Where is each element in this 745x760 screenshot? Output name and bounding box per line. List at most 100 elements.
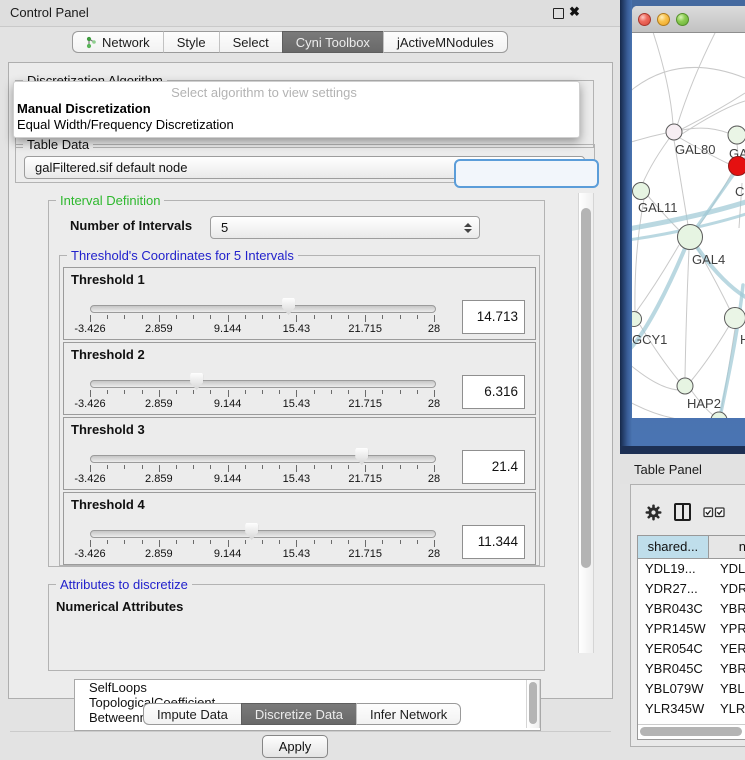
tab-label: Cyni Toolbox xyxy=(296,35,370,50)
table-row[interactable]: YBR045CYBR0 xyxy=(638,659,745,679)
slider-tick xyxy=(210,390,211,394)
slider-track[interactable] xyxy=(90,455,436,463)
slider-tick-label: -3.426 xyxy=(74,473,105,485)
network-edge xyxy=(652,33,673,124)
number-of-intervals-combobox[interactable]: 5 xyxy=(210,216,480,239)
table-row[interactable]: YDR27...YDR2 xyxy=(638,579,745,599)
table-panel-title: Table Panel xyxy=(634,462,702,477)
network-node[interactable] xyxy=(633,183,650,200)
network-edge-thick xyxy=(720,285,743,417)
close-icon[interactable]: ✖ xyxy=(569,4,580,20)
apply-row: Apply xyxy=(10,731,611,760)
table-cell: YPR1 xyxy=(715,619,745,639)
tab-label: jActiveMNodules xyxy=(397,35,494,50)
network-node[interactable] xyxy=(725,308,745,329)
network-edge xyxy=(691,326,729,381)
slider-tick xyxy=(193,390,194,394)
table-panel-body: shared...n YDL19...YDL1YDR27...YDR2YBR04… xyxy=(630,484,745,747)
tab-label: Discretize Data xyxy=(255,707,343,722)
slider-tick-label: -3.426 xyxy=(74,548,105,560)
network-node[interactable] xyxy=(728,126,745,144)
slider-tick xyxy=(142,465,143,469)
slider-track[interactable] xyxy=(90,305,436,313)
apply-button[interactable]: Apply xyxy=(262,735,328,758)
slider-tick xyxy=(365,390,366,397)
table-row[interactable]: YPR145WYPR1 xyxy=(638,619,745,639)
network-node[interactable] xyxy=(729,157,745,176)
network-node[interactable] xyxy=(677,378,693,394)
close-traffic-light[interactable] xyxy=(638,13,651,26)
tab-discretize-data[interactable]: Discretize Data xyxy=(241,703,356,725)
attribute-item[interactable]: SelfLoops xyxy=(75,680,540,695)
threshold-coordinates-title: Threshold's Coordinates for 5 Intervals xyxy=(67,248,298,263)
table-column-header[interactable]: shared... xyxy=(638,536,709,558)
slider-tick-label: 28 xyxy=(428,323,440,335)
network-edge xyxy=(635,199,644,311)
network-node[interactable] xyxy=(632,312,642,327)
threshold-value-field[interactable]: 11.344 xyxy=(462,525,525,559)
algorithm-option[interactable]: Manual Discretization xyxy=(17,101,151,116)
slider-tick xyxy=(176,540,177,544)
slider-tick xyxy=(348,390,349,394)
gear-icon[interactable] xyxy=(645,504,662,521)
attributes-list-scrollbar[interactable] xyxy=(526,680,540,728)
slider-tick-label: 21.715 xyxy=(348,323,382,335)
table-row[interactable]: YER054CYER0 xyxy=(638,639,745,659)
columns-icon[interactable] xyxy=(674,503,691,521)
table-row[interactable]: YLR345WYLR3 xyxy=(638,699,745,719)
stepper-arrows-icon xyxy=(463,223,472,233)
network-node[interactable] xyxy=(678,225,703,250)
zoom-traffic-light[interactable] xyxy=(676,13,689,26)
tab-network[interactable]: Network xyxy=(72,31,163,53)
slider-tick xyxy=(193,540,194,544)
threshold-value-field[interactable]: 14.713 xyxy=(462,300,525,334)
scrollbar-thumb[interactable] xyxy=(640,727,742,736)
tab-label: Infer Network xyxy=(370,707,447,722)
network-edge xyxy=(682,93,745,129)
slider-tick xyxy=(296,315,297,322)
column-checkboxes-icon[interactable] xyxy=(703,507,725,518)
slider-tick xyxy=(159,465,160,472)
table-row[interactable]: YBR043CYBR0 xyxy=(638,599,745,619)
tab-select[interactable]: Select xyxy=(219,31,282,53)
network-canvas[interactable]: GAL80GACGAL11GAL4GCY1HHAP2 xyxy=(632,33,745,418)
scrollbar-thumb[interactable] xyxy=(581,208,591,568)
network-node[interactable] xyxy=(711,412,727,418)
threshold-value-field[interactable]: 21.4 xyxy=(462,450,525,484)
slider-tick xyxy=(245,390,246,394)
tab-label: Select xyxy=(233,35,269,50)
slider-tick xyxy=(176,315,177,319)
tab-infer-network[interactable]: Infer Network xyxy=(356,703,461,725)
slider-tick xyxy=(296,540,297,547)
slider-tick-label: 21.715 xyxy=(348,548,382,560)
scrollbar-thumb[interactable] xyxy=(529,682,537,724)
algorithm-option[interactable]: Equal Width/Frequency Discretization xyxy=(17,117,234,132)
node-attribute-table[interactable]: shared...n YDL19...YDL1YDR27...YDR2YBR04… xyxy=(637,535,745,740)
tab-jactivemnodules[interactable]: jActiveMNodules xyxy=(383,31,508,53)
algorithm-combobox[interactable] xyxy=(454,159,599,188)
threshold-value-field[interactable]: 6.316 xyxy=(462,375,525,409)
tab-style[interactable]: Style xyxy=(163,31,219,53)
float-window-icon[interactable] xyxy=(553,8,564,19)
slider-tick xyxy=(245,465,246,469)
slider-tick xyxy=(262,540,263,544)
settings-vertical-scrollbar[interactable] xyxy=(578,193,594,653)
network-node[interactable] xyxy=(666,124,682,140)
slider-tick xyxy=(331,465,332,469)
threshold-panel: Threshold 2-3.4262.8599.14415.4321.71528… xyxy=(63,342,536,415)
tab-impute-data[interactable]: Impute Data xyxy=(143,703,241,725)
table-row[interactable]: YDL19...YDL1 xyxy=(638,559,745,579)
table-horizontal-scrollbar[interactable] xyxy=(638,724,745,739)
slider-track[interactable] xyxy=(90,380,436,388)
slider-tick-label: 9.144 xyxy=(214,398,242,410)
slider-tick xyxy=(124,315,125,319)
slider-track[interactable] xyxy=(90,530,436,538)
tab-cyni-toolbox[interactable]: Cyni Toolbox xyxy=(282,31,383,53)
minimize-traffic-light[interactable] xyxy=(657,13,670,26)
control-panel: Control Panel ✖ NetworkStyleSelectCyni T… xyxy=(0,0,620,745)
slider-tick xyxy=(434,315,435,322)
table-cell: YDL19... xyxy=(638,559,715,579)
table-column-header[interactable]: n xyxy=(709,536,745,558)
slider-tick xyxy=(365,540,366,547)
table-row[interactable]: YBL079WYBL0 xyxy=(638,679,745,699)
